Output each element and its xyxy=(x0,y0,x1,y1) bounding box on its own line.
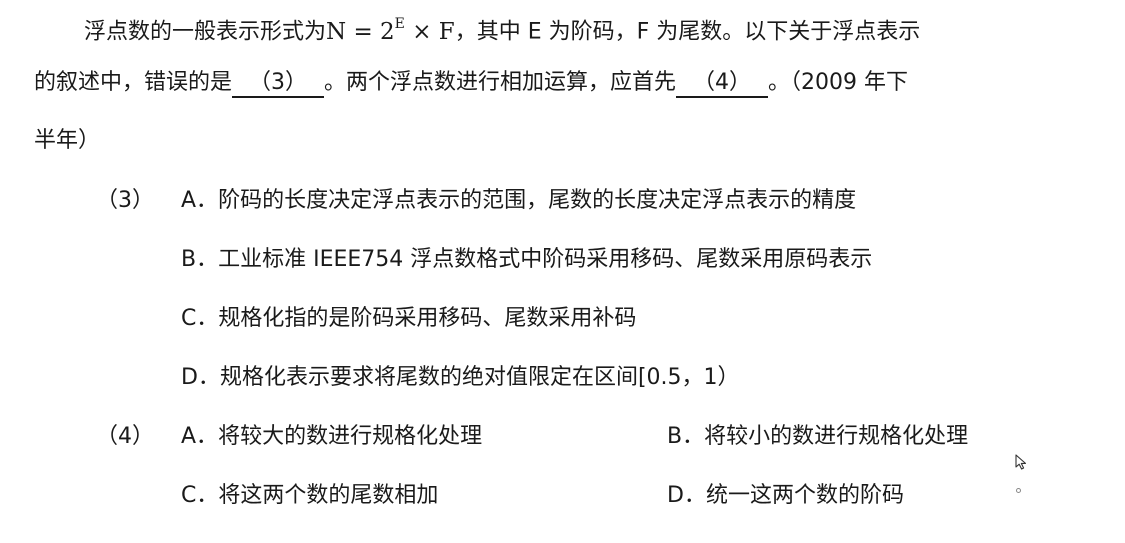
option-letter: D． xyxy=(667,483,706,508)
answer-blank-3: （3） xyxy=(232,70,325,98)
question-text: ，其中 E 为阶码，F 为尾数。以下关于浮点表示 xyxy=(454,19,921,45)
option-4d: D．统一这两个数的阶码 xyxy=(667,481,904,511)
option-3d: D．规格化表示要求将尾数的绝对值限定在区间[0.5，1） xyxy=(181,363,740,393)
option-text: 将较大的数进行规格化处理 xyxy=(218,424,483,449)
formula: N = 2E × F xyxy=(326,16,455,45)
question-line-3: 半年） xyxy=(34,126,100,156)
option-letter: D． xyxy=(181,365,220,390)
option-text: 规格化指的是阶码采用移码、尾数采用补码 xyxy=(218,306,637,331)
option-3b: B．工业标准 IEEE754 浮点数格式中阶码采用移码、尾数采用原码表示 xyxy=(181,245,872,275)
option-text: 规格化表示要求将尾数的绝对值限定在区间[0.5，1） xyxy=(219,365,740,390)
option-letter: A． xyxy=(181,188,219,213)
option-letter: A． xyxy=(181,424,219,449)
option-text: 统一这两个数的阶码 xyxy=(705,483,904,508)
option-4c: C．将这两个数的尾数相加 xyxy=(181,481,438,511)
question-text: 。两个浮点数进行相加运算，应首先 xyxy=(324,70,677,95)
document-page: 浮点数的一般表示形式为N = 2E × F，其中 E 为阶码，F 为尾数。以下关… xyxy=(0,0,1125,543)
question-text: 半年） xyxy=(34,128,101,153)
option-text: 将这两个数的尾数相加 xyxy=(218,483,439,508)
option-text: 阶码的长度决定浮点表示的范围，尾数的长度决定浮点表示的精度 xyxy=(218,188,857,213)
option-letter: C． xyxy=(181,306,219,331)
mouse-pointer-icon xyxy=(1015,454,1027,470)
question-text: 浮点数的一般表示形式为 xyxy=(84,19,327,45)
dot-mark-icon xyxy=(1016,488,1021,493)
option-letter: B． xyxy=(667,424,705,449)
option-4b: B．将较小的数进行规格化处理 xyxy=(667,422,968,452)
option-letter: C． xyxy=(181,483,219,508)
answer-blank-4: （4） xyxy=(676,70,769,98)
question-text: 。（2009 年下 xyxy=(768,70,909,95)
subquestion-4-number: （4） xyxy=(96,424,154,449)
option-text: 工业标准 IEEE754 浮点数格式中阶码采用移码、尾数采用原码表示 xyxy=(218,247,873,272)
subquestion-3-number: （3） xyxy=(96,188,154,213)
option-4a: A．将较大的数进行规格化处理 xyxy=(181,422,482,452)
question-text: 的叙述中，错误的是 xyxy=(34,70,233,95)
question-line-2: 的叙述中，错误的是 （3） 。两个浮点数进行相加运算，应首先 （4） 。（2009 年下 xyxy=(34,68,908,98)
question-line-1: 浮点数的一般表示形式为N = 2E × F，其中 E 为阶码，F 为尾数。以下关… xyxy=(84,11,920,48)
option-3a: A．阶码的长度决定浮点表示的范围，尾数的长度决定浮点表示的精度 xyxy=(181,186,856,216)
option-letter: B． xyxy=(181,247,219,272)
option-text: 将较小的数进行规格化处理 xyxy=(704,424,969,449)
option-3c: C．规格化指的是阶码采用移码、尾数采用补码 xyxy=(181,304,636,334)
